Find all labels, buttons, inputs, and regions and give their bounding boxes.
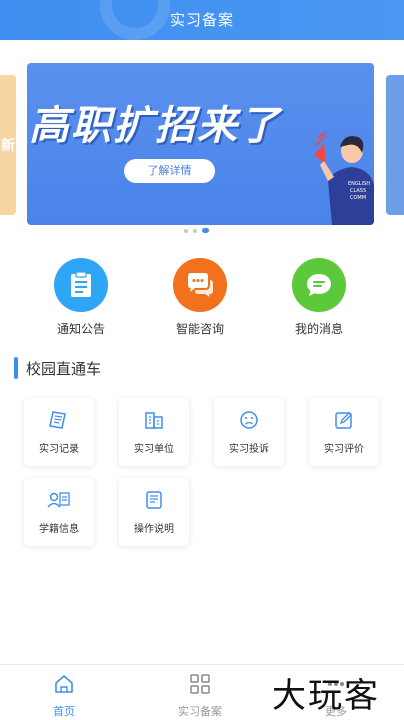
sad-face-icon: [240, 411, 258, 429]
messages-icon-circle: [292, 258, 346, 312]
chat-bubble-icon: [188, 273, 213, 297]
tab-label: 首页: [53, 705, 75, 718]
previous-slide-text: 新: [1, 138, 15, 154]
quick-actions: 通知公告 智能咨询 我的消息: [0, 258, 404, 338]
notice-icon-circle: [54, 258, 108, 312]
home-icon: [55, 675, 73, 693]
tab-label: 实习备案: [178, 705, 222, 718]
building-icon: [145, 412, 163, 429]
service-internship-evaluation[interactable]: 实习评价: [309, 398, 379, 466]
tab-internship-filing[interactable]: 实习备案: [150, 673, 250, 719]
student-card-icon: [47, 492, 70, 508]
message-icon: [307, 274, 331, 296]
page-title: 实习备案: [169, 11, 234, 29]
svg-text:CLASS: CLASS: [350, 188, 366, 194]
carousel-indicator: [184, 228, 209, 233]
consult-icon-circle: [173, 258, 227, 312]
service-internship-complaint[interactable]: 实习投诉: [214, 398, 284, 466]
banner-carousel[interactable]: 新 高职扩招来了 了解详情 ENGLISH CLASS COMM: [0, 60, 404, 240]
previous-slide-preview[interactable]: 新: [0, 75, 16, 215]
presenter-illustration: ENGLISH CLASS COMM: [314, 132, 374, 225]
service-label: 实习记录: [39, 444, 79, 455]
next-slide-preview[interactable]: [386, 75, 404, 215]
banner-slide[interactable]: 高职扩招来了 了解详情 ENGLISH CLASS COMM: [27, 63, 374, 225]
service-label: 学籍信息: [39, 524, 79, 535]
svg-text:COMM: COMM: [350, 195, 366, 201]
service-label: 实习评价: [324, 444, 364, 455]
manual-icon: [146, 491, 162, 509]
service-student-status[interactable]: 学籍信息: [24, 478, 94, 546]
quick-action-label: 我的消息: [294, 322, 343, 336]
service-label: 实习单位: [134, 444, 174, 455]
service-label: 操作说明: [134, 524, 174, 535]
quick-action-label: 智能咨询: [175, 322, 224, 336]
edit-icon: [335, 412, 352, 429]
notebook-icon: [49, 411, 66, 429]
section-accent-bar: [14, 357, 18, 379]
quick-action-messages[interactable]: 我的消息: [274, 258, 364, 337]
svg-text:ENGLISH: ENGLISH: [348, 181, 370, 187]
service-operation-guide[interactable]: 操作说明: [119, 478, 189, 546]
document-icon: [71, 271, 91, 297]
carousel-dot[interactable]: [193, 228, 197, 233]
service-label: 实习投诉: [229, 444, 269, 455]
grid-icon: [190, 674, 210, 694]
tab-home[interactable]: 首页: [14, 673, 114, 719]
app-header: 实习备案: [0, 0, 404, 40]
carousel-dot-active[interactable]: [202, 228, 209, 233]
quick-action-notice[interactable]: 通知公告: [36, 258, 126, 337]
quick-action-label: 通知公告: [56, 322, 105, 336]
watermark: 大玩客: [272, 676, 380, 716]
section-header: 校园直通车: [14, 356, 101, 380]
service-internship-company[interactable]: 实习单位: [119, 398, 189, 466]
service-internship-record[interactable]: 实习记录: [24, 398, 94, 466]
banner-headline: 高职扩招来了: [29, 103, 281, 149]
learn-more-button[interactable]: 了解详情: [124, 159, 215, 183]
carousel-dot[interactable]: [184, 228, 188, 233]
section-title: 校园直通车: [26, 359, 102, 378]
quick-action-consult[interactable]: 智能咨询: [155, 258, 245, 337]
